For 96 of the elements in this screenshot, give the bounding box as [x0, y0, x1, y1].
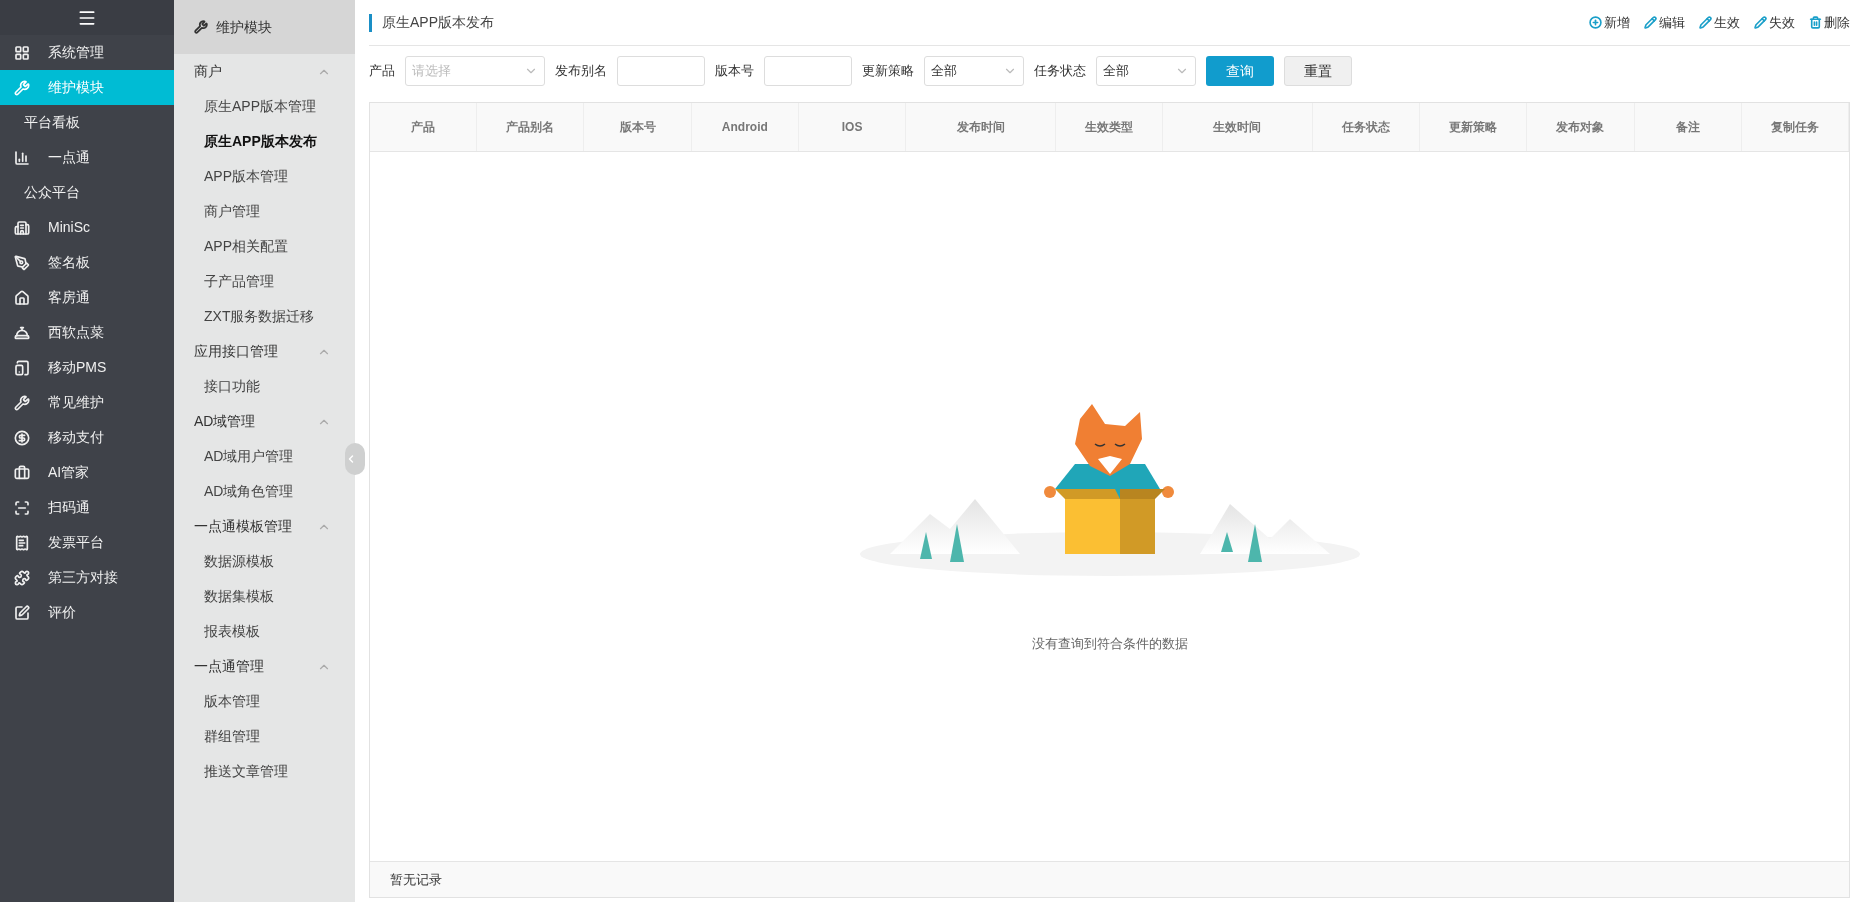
submenu-item[interactable]: 接口功能 [174, 369, 343, 404]
column-header: 更新策略 [1420, 103, 1528, 151]
submenu-item[interactable]: 推送文章管理 [174, 754, 343, 789]
nav-item[interactable]: 签名板 [0, 245, 174, 280]
pen-icon [14, 254, 30, 271]
select-field[interactable]: 全部 [1096, 56, 1196, 86]
group-label: 应用接口管理 [194, 342, 278, 361]
nav-item[interactable]: 发票平台 [0, 525, 174, 560]
page-title: 原生APP版本发布 [382, 13, 494, 32]
nav-item[interactable]: 移动支付 [0, 420, 174, 455]
text-input[interactable] [617, 56, 705, 86]
wrench-icon [14, 394, 30, 411]
plus-circle-icon [1589, 16, 1602, 29]
menu-group[interactable]: 一点通模板管理 [174, 509, 355, 544]
nav-item[interactable]: 常见维护 [0, 385, 174, 420]
column-header: 生效时间 [1163, 103, 1313, 151]
menu-group[interactable]: 应用接口管理 [174, 334, 355, 369]
nav-item[interactable]: 第三方对接 [0, 560, 174, 595]
column-header: 产品 [370, 103, 478, 151]
submenu-item[interactable]: 子产品管理 [174, 264, 343, 299]
receipt-icon [14, 534, 30, 551]
building-icon [14, 219, 30, 236]
toolbar-button[interactable]: 失效 [1754, 12, 1795, 33]
nav-item[interactable]: 西软点菜 [0, 315, 174, 350]
column-header: 复制任务 [1741, 103, 1849, 151]
nav-item[interactable]: 客房通 [0, 280, 174, 315]
briefcase-icon [14, 464, 30, 481]
trash-icon [1809, 16, 1822, 29]
submenu-item[interactable]: 商户管理 [174, 194, 343, 229]
menu-group[interactable]: 商户 [174, 54, 355, 89]
scan-icon [14, 499, 30, 516]
filter-label: 发布别名 [555, 62, 607, 81]
wrench-icon [194, 20, 208, 34]
nav-item[interactable]: MiniSc [0, 210, 174, 245]
column-header: IOS [798, 103, 907, 151]
column-header: 任务状态 [1312, 103, 1421, 151]
group-label: 一点通模板管理 [194, 517, 292, 536]
submenu-item[interactable]: 原生APP版本管理 [174, 89, 343, 124]
nav-item[interactable]: 公众平台 [0, 175, 174, 210]
pencil-icon [1699, 16, 1712, 29]
select-field[interactable]: 全部 [924, 56, 1024, 86]
toolbar-button[interactable]: 新增 [1589, 12, 1630, 33]
nav-item[interactable]: 移动PMS [0, 350, 174, 385]
filter-label: 任务状态 [1034, 62, 1086, 81]
edit-icon [14, 604, 30, 621]
menu-group[interactable]: 一点通管理 [174, 649, 355, 684]
puzzle-icon [14, 569, 30, 586]
wrench-icon [14, 79, 30, 96]
bell-icon [14, 324, 30, 341]
nav-item[interactable]: 扫码通 [0, 490, 174, 525]
column-header: 产品别名 [477, 103, 585, 151]
nav-item[interactable]: 一点通 [0, 140, 174, 175]
pencil-icon [1644, 16, 1657, 29]
text-input[interactable] [764, 56, 852, 86]
record-count: 暂无记录 [390, 870, 442, 889]
bar-chart-icon [14, 149, 30, 166]
reset-button[interactable]: 重置 [1284, 56, 1352, 86]
submenu-item[interactable]: APP版本管理 [174, 159, 343, 194]
group-label: 商户 [194, 62, 222, 81]
coin-icon [14, 429, 30, 446]
column-header: 发布对象 [1527, 103, 1635, 151]
toolbar-button[interactable]: 生效 [1699, 12, 1740, 33]
group-label: AD域管理 [194, 412, 256, 431]
nav-item[interactable]: 系统管理 [0, 35, 174, 70]
nav-item[interactable]: 评价 [0, 595, 174, 630]
submenu-item[interactable]: 数据源模板 [174, 544, 343, 579]
column-header: 版本号 [584, 103, 692, 151]
filter-label: 版本号 [715, 62, 754, 81]
tablet-icon [14, 359, 30, 376]
submenu-item[interactable]: 版本管理 [174, 684, 343, 719]
menu-group[interactable]: AD域管理 [174, 404, 355, 439]
collapse-handle[interactable] [345, 443, 365, 475]
toolbar-button[interactable]: 编辑 [1644, 12, 1685, 33]
grid-icon [14, 44, 30, 61]
column-header: 备注 [1634, 103, 1742, 151]
submenu-item[interactable]: ZXT服务数据迁移 [174, 299, 343, 334]
submenu-item[interactable]: APP相关配置 [174, 229, 343, 264]
column-header: 发布时间 [906, 103, 1056, 151]
filter-label: 更新策略 [862, 62, 914, 81]
submenu-item[interactable]: AD域角色管理 [174, 474, 343, 509]
submenu-item[interactable]: 群组管理 [174, 719, 343, 754]
house-icon [14, 289, 30, 306]
submenu-item[interactable]: 数据集模板 [174, 579, 343, 614]
sub-sidebar-title: 维护模块 [216, 17, 272, 37]
submenu-item[interactable]: AD域用户管理 [174, 439, 343, 474]
empty-message: 没有查询到符合条件的数据 [1031, 635, 1188, 653]
filter-label: 产品 [369, 62, 395, 81]
toolbar-button[interactable]: 删除 [1809, 12, 1850, 33]
submenu-item[interactable]: 原生APP版本发布 [174, 124, 343, 159]
column-header: 生效类型 [1055, 103, 1164, 151]
submenu-item[interactable]: 报表模板 [174, 614, 343, 649]
column-header: Android [691, 103, 799, 151]
pencil-icon [1754, 16, 1767, 29]
nav-item[interactable]: AI管家 [0, 455, 174, 490]
nav-item[interactable]: 平台看板 [0, 105, 174, 140]
group-label: 一点通管理 [194, 657, 264, 676]
